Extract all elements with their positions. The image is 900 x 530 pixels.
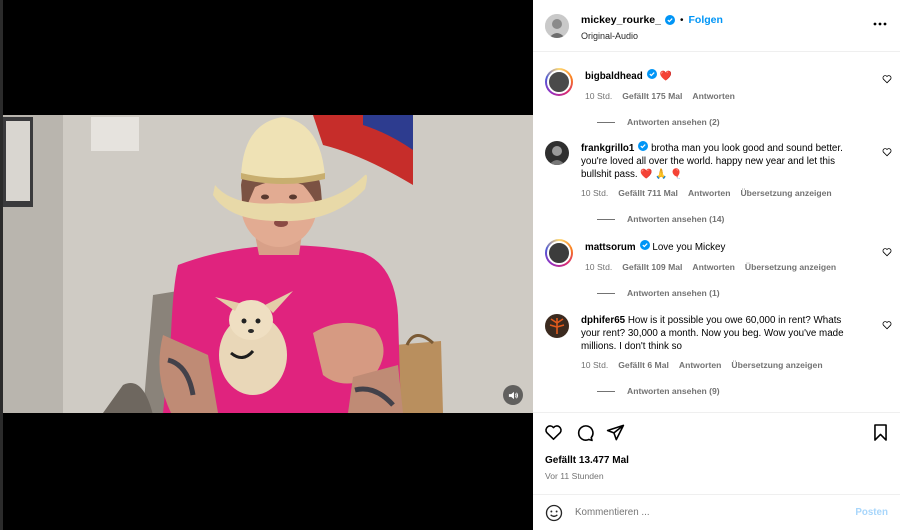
instagram-post-modal: mickey_rourke_ • Folgen Original-Audio big… xyxy=(0,0,900,530)
author-meta: mickey_rourke_ • Folgen Original-Audio xyxy=(581,10,723,41)
comment-icon[interactable] xyxy=(575,423,594,442)
translate-button[interactable]: Übersetzung anzeigen xyxy=(745,261,836,274)
view-replies-label[interactable]: Antworten ansehen (14) xyxy=(627,214,724,224)
comment-item: bigbaldhead ❤️ 10 Std. Gefällt 175 Mal Ant… xyxy=(533,68,900,127)
comment-username[interactable]: bigbaldhead xyxy=(585,71,643,82)
verified-icon xyxy=(664,15,675,25)
post-likes-count[interactable]: Gefällt 13.477 Mal xyxy=(545,455,629,466)
post-header: mickey_rourke_ • Folgen Original-Audio xyxy=(533,0,900,52)
comment-age[interactable]: 10 Std. xyxy=(581,187,608,200)
comment-likes[interactable]: Gefällt 6 Mal xyxy=(618,359,669,372)
verified-icon xyxy=(646,69,657,79)
share-icon[interactable] xyxy=(606,423,625,442)
comment-likes[interactable]: Gefällt 711 Mal xyxy=(618,187,678,200)
comment-age[interactable]: 10 Std. xyxy=(581,359,608,372)
view-replies-label[interactable]: Antworten ansehen (9) xyxy=(627,386,720,396)
view-replies-button[interactable]: Antworten ansehen (9) xyxy=(597,386,872,396)
comment-username[interactable]: mattsorum xyxy=(585,242,636,253)
audio-toggle-button[interactable] xyxy=(503,385,523,405)
view-replies-label[interactable]: Antworten ansehen (2) xyxy=(627,117,720,127)
comment-age[interactable]: 10 Std. xyxy=(585,261,612,274)
comment-input[interactable] xyxy=(575,507,856,518)
comment-like-icon[interactable] xyxy=(882,74,892,84)
heart-icon[interactable] xyxy=(544,423,563,442)
post-comment-button[interactable]: Posten xyxy=(855,507,888,518)
view-replies-button[interactable]: Antworten ansehen (14) xyxy=(597,214,872,224)
add-comment-bar: Posten xyxy=(533,494,900,530)
post-details-panel: mickey_rourke_ • Folgen Original-Audio big… xyxy=(533,0,900,530)
action-icons xyxy=(544,423,625,442)
commenter-avatar-image xyxy=(545,314,569,338)
comments-list[interactable]: bigbaldhead ❤️ 10 Std. Gefällt 175 Mal Ant… xyxy=(533,53,900,411)
more-options-icon[interactable] xyxy=(872,18,888,30)
comment-username[interactable]: frankgrillo1 xyxy=(581,143,634,154)
comment-text: Love you Mickey xyxy=(652,242,726,253)
audio-icon xyxy=(508,391,518,399)
audio-source-label[interactable]: Original-Audio xyxy=(581,31,723,41)
author-username-text[interactable]: mickey_rourke_ xyxy=(581,14,661,26)
author-avatar-image xyxy=(545,13,569,38)
comment-like-icon[interactable] xyxy=(882,147,892,157)
comment-reply-button[interactable]: Antworten xyxy=(692,261,735,274)
author-avatar[interactable] xyxy=(545,13,569,38)
author-username[interactable]: mickey_rourke_ xyxy=(581,14,675,26)
verified-icon xyxy=(638,141,649,151)
view-replies-label[interactable]: Antworten ansehen (1) xyxy=(627,288,720,298)
video-container[interactable] xyxy=(3,0,533,530)
comment-reply-button[interactable]: Antworten xyxy=(688,187,731,200)
verified-icon xyxy=(639,240,650,250)
header-separator: • xyxy=(679,15,684,26)
commenter-avatar[interactable] xyxy=(545,314,569,338)
comment-item: mattsorum Love you Mickey 10 Std. Gefällt… xyxy=(533,239,900,298)
post-actions: Gefällt 13.477 Mal Vor 11 Stunden xyxy=(533,412,900,494)
comment-emoji: ❤️ 🙏 🎈 xyxy=(640,169,683,180)
comment-likes[interactable]: Gefällt 175 Mal xyxy=(622,90,682,103)
comment-likes[interactable]: Gefällt 109 Mal xyxy=(622,261,682,274)
follow-button[interactable]: Folgen xyxy=(689,14,723,26)
comment-reply-button[interactable]: Antworten xyxy=(679,359,722,372)
comment-reply-button[interactable]: Antworten xyxy=(692,90,735,103)
comment-like-icon[interactable] xyxy=(882,247,892,257)
comment-username[interactable]: dphifer65 xyxy=(581,315,625,326)
view-replies-button[interactable]: Antworten ansehen (1) xyxy=(597,288,872,298)
commenter-avatar[interactable] xyxy=(545,68,573,96)
translate-button[interactable]: Übersetzung anzeigen xyxy=(740,187,831,200)
translate-button[interactable]: Übersetzung anzeigen xyxy=(731,359,822,372)
post-timestamp[interactable]: Vor 11 Stunden xyxy=(545,471,604,481)
comment-like-icon[interactable] xyxy=(882,320,892,330)
comment-age[interactable]: 10 Std. xyxy=(585,90,612,103)
commenter-avatar[interactable] xyxy=(545,239,573,267)
commenter-avatar[interactable] xyxy=(545,141,569,165)
view-replies-button[interactable]: Antworten ansehen (2) xyxy=(597,117,872,127)
comment-emoji: ❤️ xyxy=(659,71,672,82)
comment-item: frankgrillo1 brotha man you look good an… xyxy=(533,141,900,224)
bookmark-icon[interactable] xyxy=(871,423,890,442)
commenter-avatar-image xyxy=(545,141,569,165)
video-frame-illustration xyxy=(3,115,533,413)
emoji-icon[interactable] xyxy=(545,504,563,522)
video-player[interactable] xyxy=(3,115,533,413)
comment-item: dphifer65 How is it possible you owe 60,… xyxy=(533,314,900,396)
